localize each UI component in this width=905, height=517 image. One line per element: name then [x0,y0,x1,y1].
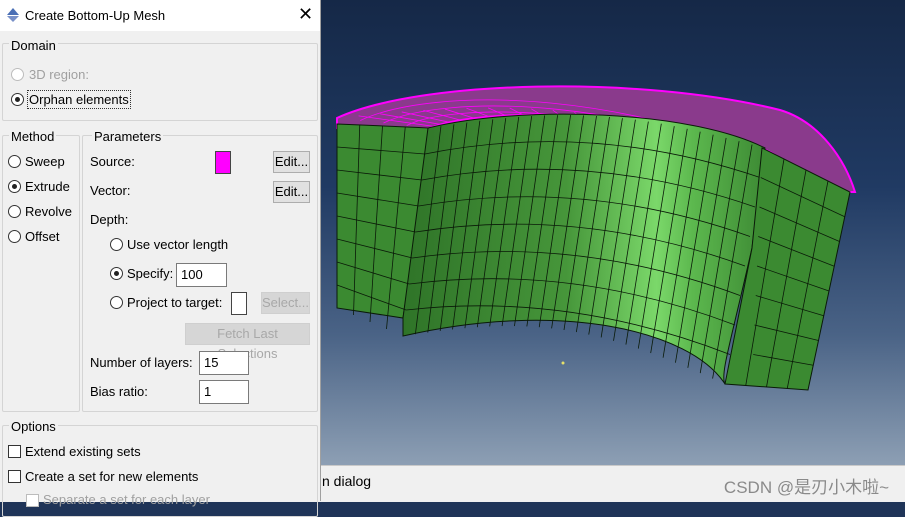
source-label: Source: [90,154,135,169]
radio-extrude-label: Extrude [25,179,70,194]
radio-revolve-label: Revolve [25,204,72,219]
source-edit-button[interactable]: Edit... [273,151,310,173]
radio-offset-label: Offset [25,229,60,244]
options-group-label: Options [9,419,58,434]
depth-value-field[interactable]: 100 [176,263,227,287]
radio-sweep[interactable] [8,155,21,168]
close-icon[interactable]: ✕ [298,4,313,24]
inner-wall [402,113,766,385]
parameters-group-label: Parameters [92,129,164,144]
radio-project-to-target[interactable] [110,296,123,309]
extend-existing-sets-label: Extend existing sets [25,444,141,459]
radio-revolve[interactable] [8,205,21,218]
radio-3d-region-label: 3D region: [29,67,89,82]
create-bottom-up-mesh-dialog: Create Bottom-Up Mesh ✕ Domain 3D region… [0,0,321,517]
radio-specify[interactable] [110,267,123,280]
depth-label: Depth: [90,212,129,227]
extend-existing-sets-checkbox[interactable] [8,445,21,458]
watermark: CSDN @是刃小木啦~ [723,478,889,497]
vector-label: Vector: [90,183,131,198]
separate-set-label: Separate a set for each layer [43,492,210,507]
domain-group [2,43,318,121]
bias-ratio-field[interactable]: 1 [199,380,249,404]
domain-group-label: Domain [9,38,58,53]
project-to-target-label: Project to target: [127,295,223,310]
radio-sweep-label: Sweep [25,154,65,169]
radio-3d-region[interactable] [11,68,24,81]
view-pivot-dot [561,361,565,365]
create-set-label: Create a set for new elements [25,469,199,484]
specify-label: Specify: [127,266,174,281]
dialog-titlebar[interactable]: Create Bottom-Up Mesh ✕ [0,0,320,31]
prompt-text: n dialog [322,473,372,489]
radio-use-vector-length[interactable] [110,238,123,251]
create-set-checkbox[interactable] [8,470,21,483]
select-button[interactable]: Select... [261,292,310,314]
use-vector-length-label: Use vector length [127,237,229,252]
number-of-layers-field[interactable]: 15 [199,351,249,375]
radio-extrude[interactable] [8,180,21,193]
dialog-title: Create Bottom-Up Mesh [25,8,166,23]
source-color-swatch [215,151,231,174]
app-icon [7,8,19,22]
radio-orphan-elements-label: Orphan elements [27,90,131,109]
radio-offset[interactable] [8,230,21,243]
target-swatch [231,292,247,315]
method-group-label: Method [9,129,57,144]
vector-edit-button[interactable]: Edit... [273,181,310,203]
fetch-last-selections-button[interactable]: Fetch Last Selections [185,323,310,361]
method-group [2,135,80,412]
layers-label: Number of layers: [90,355,193,370]
radio-orphan-elements[interactable] [11,93,24,106]
bias-ratio-label: Bias ratio: [90,384,148,399]
